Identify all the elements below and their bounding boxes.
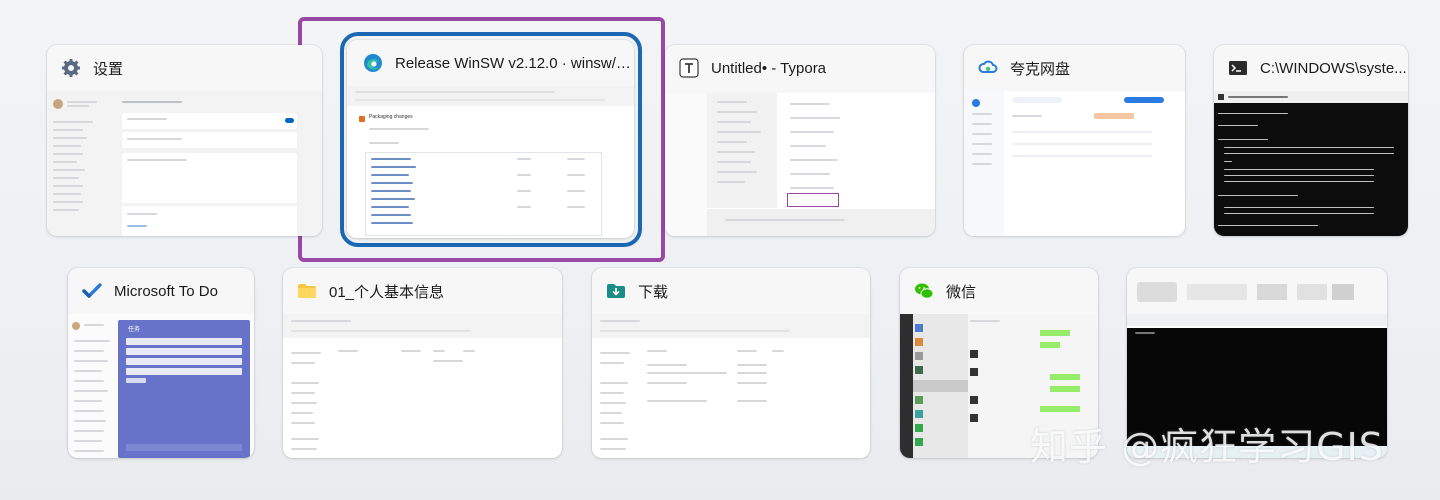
window-header: 微信 <box>900 268 1098 314</box>
blurred-title-block <box>1137 282 1177 302</box>
window-thumbnail <box>1214 91 1408 236</box>
watermark: 知乎 @疯狂学习GIS <box>1030 425 1384 469</box>
typora-icon <box>679 58 699 78</box>
window-thumbnail <box>592 314 870 458</box>
download-folder-icon <box>606 281 626 301</box>
window-card-folder[interactable]: 01_个人基本信息 <box>283 268 562 458</box>
window-thumbnail <box>47 91 322 236</box>
window-header: C:\WINDOWS\syste... <box>1214 45 1408 91</box>
todo-list-panel: 任务 <box>118 320 250 458</box>
cloud-drive-icon <box>978 58 998 78</box>
terminal-icon <box>1228 58 1248 78</box>
window-header: 设置 <box>47 45 322 91</box>
window-title: 下载 <box>638 283 669 301</box>
window-card-todo[interactable]: Microsoft To Do 任务 <box>68 268 254 458</box>
window-header: 夸克网盘 <box>964 45 1185 91</box>
window-header <box>1127 268 1387 314</box>
window-card-quark[interactable]: 夸克网盘 <box>964 45 1185 236</box>
window-card-settings[interactable]: 设置 <box>47 45 322 236</box>
focus-ring <box>340 32 642 247</box>
window-card-typora[interactable]: Untitled• - Typora <box>665 45 935 236</box>
wechat-icon <box>914 281 934 301</box>
window-thumbnail: 任务 <box>68 314 254 458</box>
gear-icon <box>61 58 81 78</box>
window-card-cmd[interactable]: C:\WINDOWS\syste... <box>1214 45 1408 236</box>
window-title: C:\WINDOWS\syste... <box>1260 59 1407 77</box>
window-title: 夸克网盘 <box>1010 60 1071 78</box>
window-thumbnail <box>283 314 562 458</box>
window-title: 01_个人基本信息 <box>329 283 445 301</box>
window-title: 微信 <box>946 283 977 301</box>
window-header: Microsoft To Do <box>68 268 254 314</box>
window-header: 下载 <box>592 268 870 314</box>
window-thumbnail <box>665 93 935 236</box>
window-card-downloads[interactable]: 下载 <box>592 268 870 458</box>
window-header: Untitled• - Typora <box>665 45 935 91</box>
window-title: Microsoft To Do <box>114 282 218 300</box>
folder-icon <box>297 281 317 301</box>
window-thumbnail <box>964 91 1185 236</box>
window-header: 01_个人基本信息 <box>283 268 562 314</box>
todo-list-title: 任务 <box>128 327 141 333</box>
window-title: 设置 <box>93 60 124 78</box>
todo-check-icon <box>82 281 102 301</box>
window-title: Untitled• - Typora <box>711 59 827 77</box>
